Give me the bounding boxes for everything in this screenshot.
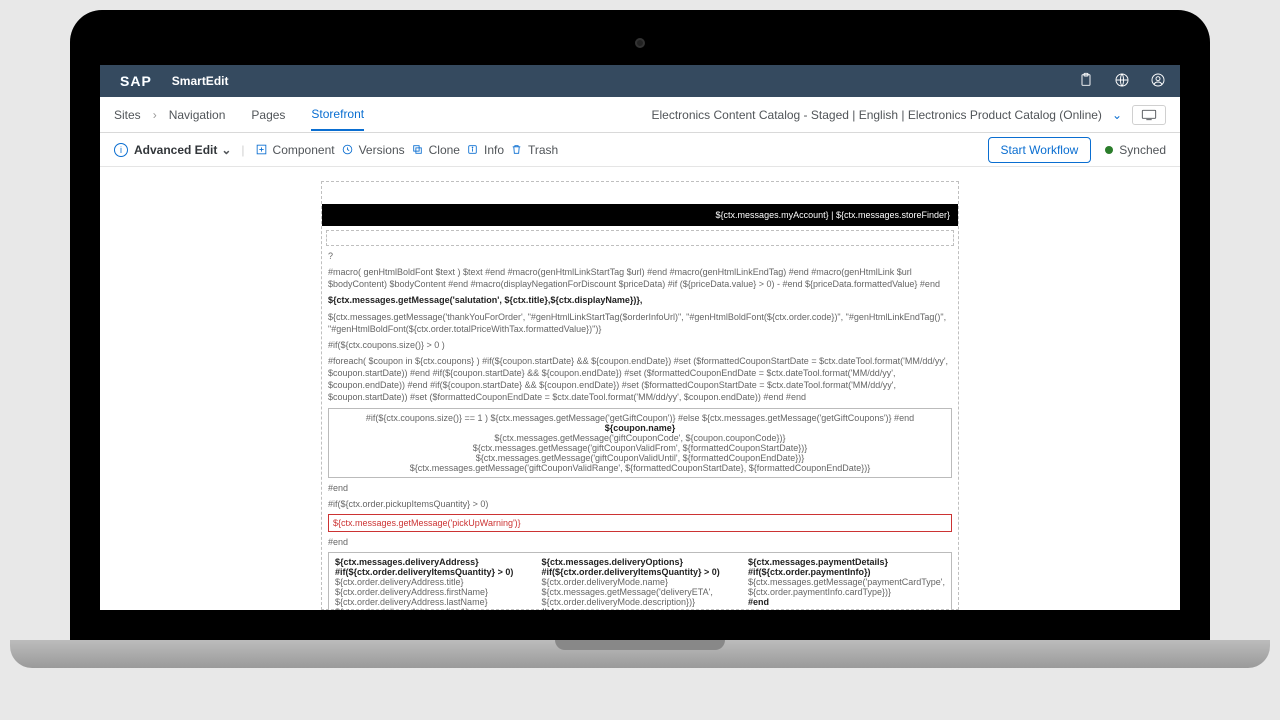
template-text: #if(${ctx.coupons.size()} == 1 ) ${ctx.m… [333,413,947,423]
template-text: ${ctx.messages.getMessage('deliveryETA',… [541,587,735,607]
breadcrumb-sites[interactable]: Sites [114,108,141,122]
globe-icon[interactable] [1114,72,1130,91]
info-button[interactable]: Info [466,143,504,157]
app-screen: SAP SmartEdit Sites › Navigation Pages S… [100,65,1180,610]
template-text: #end [328,536,952,548]
info-icon[interactable]: i [114,143,128,157]
col-heading: ${ctx.messages.deliveryOptions} [541,557,735,567]
template-text: ? [328,250,952,262]
sync-dot-icon [1105,146,1113,154]
details-columns: ${ctx.messages.deliveryAddress} #if(${ct… [328,552,952,610]
trash-button[interactable]: Trash [510,143,558,157]
template-text: ${ctx.messages.getMessage('paymentCardTy… [748,577,945,597]
editor-toolbar: i Advanced Edit⌄ | Component Versions Cl… [100,133,1180,167]
user-icon[interactable] [1150,72,1166,91]
template-text: #foreach( $coupon in ${ctx.coupons} ) #i… [328,355,952,404]
col-heading: ${ctx.messages.deliveryAddress} [335,557,529,567]
template-text: ${ctx.order.deliveryAddress.title} [335,577,529,587]
laptop-camera [635,38,645,48]
template-text: #else [541,607,735,610]
coupon-box: #if(${ctx.coupons.size()} == 1 ) ${ctx.m… [328,408,952,478]
breadcrumb-bar: Sites › Navigation Pages Storefront Elec… [100,97,1180,133]
template-text: ${ctx.order.deliveryMode.name} [541,577,735,587]
template-text: ${ctx.order.deliveryAddress.line1} [335,607,529,610]
template-text: ${ctx.messages.getMessage('thankYouForOr… [328,311,952,335]
template-text: ${ctx.messages.getMessage('giftCouponVal… [333,463,947,473]
chevron-down-icon: ⌄ [221,143,231,157]
template-text: ${ctx.order.deliveryAddress.firstName} [335,587,529,597]
device-preview-button[interactable] [1132,105,1166,125]
template-text: ${ctx.messages.getMessage('salutation', … [328,294,952,306]
component-button[interactable]: Component [255,143,335,157]
global-header: SAP SmartEdit [100,65,1180,97]
delivery-address-col: ${ctx.messages.deliveryAddress} #if(${ct… [329,553,535,610]
pickup-warning-box: ${ctx.messages.getMessage('pickUpWarning… [328,514,952,532]
template-text: #macro( genHtmlBoldFont $text ) $text #e… [328,266,952,290]
template-text: ${ctx.order.deliveryAddress.lastName} [335,597,529,607]
chevron-right-icon: › [153,108,157,122]
template-text: #if(${ctx.order.paymentInfo}) [748,567,945,577]
clipboard-icon[interactable] [1078,72,1094,91]
versions-button[interactable]: Versions [341,143,405,157]
breadcrumb-storefront[interactable]: Storefront [311,107,364,131]
delivery-options-col: ${ctx.messages.deliveryOptions} #if(${ct… [535,553,741,610]
chevron-down-icon[interactable]: ⌄ [1112,108,1122,122]
breadcrumb-pages[interactable]: Pages [251,108,285,122]
laptop-hinge [10,640,1270,668]
clone-button[interactable]: Clone [411,143,460,157]
sap-logo: SAP [114,71,158,91]
empty-slot[interactable] [326,230,954,246]
template-text: #end [748,597,945,607]
storefront-preview: ${ctx.messages.myAccount} | ${ctx.messag… [100,167,1180,610]
edit-mode-dropdown[interactable]: Advanced Edit⌄ [134,143,231,157]
template-text: ${ctx.messages.getMessage('giftCouponCod… [333,433,947,443]
template-text: #if(${ctx.order.deliveryItemsQuantity} >… [541,567,735,577]
catalog-selector-label[interactable]: Electronics Content Catalog - Staged | E… [651,108,1101,122]
sync-status: Synched [1105,143,1166,157]
template-header-bar: ${ctx.messages.myAccount} | ${ctx.messag… [322,204,958,226]
template-text: #if(${ctx.order.pickupItemsQuantity} > 0… [328,498,952,510]
template-text: #if(${ctx.order.deliveryItemsQuantity} >… [335,567,529,577]
template-text: #end [328,482,952,494]
template-text: ${ctx.messages.getMessage('giftCouponVal… [333,453,947,463]
app-title: SmartEdit [172,74,229,88]
payment-details-col: ${ctx.messages.paymentDetails} #if(${ctx… [742,553,951,610]
template-text: #if(${ctx.coupons.size()} > 0 ) [328,339,952,351]
template-text: ${coupon.name} [333,423,947,433]
breadcrumb-navigation[interactable]: Navigation [169,108,226,122]
col-heading: ${ctx.messages.paymentDetails} [748,557,945,567]
start-workflow-button[interactable]: Start Workflow [988,137,1092,163]
email-template-frame: ${ctx.messages.myAccount} | ${ctx.messag… [321,181,959,610]
template-text: ${ctx.messages.getMessage('giftCouponVal… [333,443,947,453]
